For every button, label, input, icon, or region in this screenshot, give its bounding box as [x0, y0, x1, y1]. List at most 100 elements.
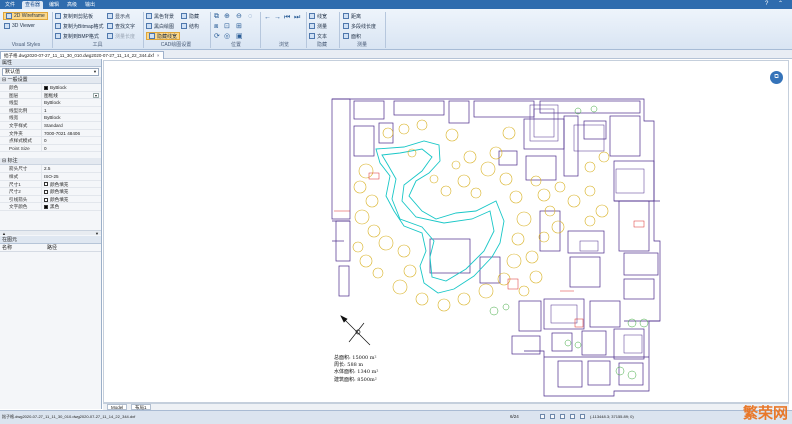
area-icon	[343, 33, 349, 39]
property-row[interactable]: 文字颜色 黑色	[0, 203, 101, 211]
polyline-icon	[343, 23, 349, 29]
distance-button[interactable]: 距离	[343, 12, 361, 20]
tab-file[interactable]: 文件	[2, 1, 18, 9]
property-row[interactable]: Point Size 0	[0, 144, 101, 153]
property-row[interactable]: 线宽 ByBlock	[0, 114, 101, 122]
bitmap-icon	[55, 23, 61, 29]
structure-button[interactable]: 结构	[181, 22, 199, 30]
property-row[interactable]: 图层 图框线 ▼	[0, 91, 101, 100]
first-page-icon[interactable]: ⏮	[284, 14, 290, 21]
column-name[interactable]: 名称	[0, 244, 45, 251]
wireframe-2d-button[interactable]: 2D Wireframe	[3, 12, 48, 20]
property-row[interactable]: 样式 ISO-25	[0, 172, 101, 181]
property-row[interactable]: 箭头尺寸 2.5	[0, 165, 101, 173]
help-icon[interactable]: ?	[765, 1, 768, 8]
dimension-icon	[309, 23, 315, 29]
structure-icon	[181, 23, 187, 29]
status-coords: (-113448.3; 37155.89; 0)	[590, 414, 634, 419]
properties-selector[interactable]: 默认值 ▼	[2, 68, 99, 76]
measure-toggle-button[interactable]: 测量	[309, 22, 327, 30]
property-row[interactable]: 文字样式 Standard	[0, 121, 101, 130]
entities-panel: 在图元 名称 路径	[0, 236, 101, 252]
property-row[interactable]: 尺寸1 颜色填充	[0, 180, 101, 189]
properties-scrollbar[interactable]: ▲ ▼	[0, 230, 101, 236]
image-icon	[55, 33, 61, 39]
polyline-length-button[interactable]: 多段线长度	[343, 22, 376, 30]
ribbon-divider	[339, 12, 340, 48]
color-swatch	[44, 85, 48, 90]
tab-advanced[interactable]: 高级	[64, 1, 80, 9]
section-general[interactable]: ⊟ 一般设置	[0, 77, 101, 84]
snap-icon[interactable]	[540, 414, 545, 419]
text-toggle-button[interactable]: 文本	[309, 32, 327, 40]
zoom-previous-icon[interactable]: ⊞	[236, 23, 242, 30]
status-file: 拙子格.dwg2020-07-27_11_11_30_010.dwg2020-0…	[2, 414, 136, 419]
tab-edit[interactable]: 编辑	[46, 1, 62, 9]
pan-icon[interactable]: ◌	[248, 13, 252, 20]
status-bar: 拙子格.dwg2020-07-27_11_11_30_010.dwg2020-0…	[0, 404, 792, 424]
tools-label: 工具	[92, 42, 103, 48]
lineweight-icon	[149, 33, 155, 39]
show-points-button[interactable]: 显示点	[107, 12, 130, 20]
zoom-window-icon[interactable]: ⧉	[214, 13, 219, 20]
last-page-icon[interactable]: ⏭	[294, 14, 300, 21]
section-dimension[interactable]: ⊟ 标注	[0, 158, 101, 166]
chevron-down-icon[interactable]: ▼	[93, 92, 99, 98]
cad-settings-label: CAD绘图设置	[160, 42, 192, 48]
ribbon-divider	[143, 12, 144, 48]
property-row[interactable]: 引线箭头 颜色填充	[0, 195, 101, 204]
property-row[interactable]: 线型 ByBlock	[0, 99, 101, 107]
color-swatch	[44, 197, 48, 202]
zoom-extents-icon[interactable]: ⧈	[214, 23, 218, 30]
find-text-button[interactable]: 查找文字	[107, 22, 135, 30]
layers-icon[interactable]	[580, 414, 585, 419]
visual-styles-label: Visual Styles	[11, 42, 41, 48]
document-tab[interactable]: 拙子格.dwg2020-07-27_11_11_30_010.dwg2020-0…	[0, 51, 164, 59]
background-icon	[146, 13, 152, 19]
properties-header: 属性	[0, 59, 101, 67]
property-row[interactable]: 颜色 ByBlock	[0, 84, 101, 92]
bw-drawing-button[interactable]: 黑白绘图	[146, 22, 174, 30]
property-row[interactable]: 文件夹 7000-7021 48406	[0, 129, 101, 138]
entities-header: 在图元	[0, 236, 101, 244]
zoom-out-icon[interactable]: ⊖	[236, 13, 242, 20]
ribbon: 2D Wireframe 3D Viewer Visual Styles 复制到…	[0, 9, 792, 50]
property-row[interactable]: 线型比例 1	[0, 106, 101, 115]
grid-icon[interactable]	[550, 414, 555, 419]
column-path[interactable]: 路径	[45, 244, 90, 251]
status-page: 6/24	[510, 414, 519, 419]
copy-clipboard-button[interactable]: 复制到剪贴板	[55, 12, 93, 20]
minimize-ribbon-icon[interactable]: ⌃	[778, 1, 783, 8]
rotate-icon[interactable]: ⟳	[214, 33, 220, 40]
ribbon-divider	[385, 12, 386, 48]
property-row[interactable]: 点样式模式 0	[0, 137, 101, 145]
drawing-notes: 总面积: 15000 m² 周长: 588 m 水体面积: 1340 m² 建筑…	[334, 355, 378, 384]
hide-lineweight-button[interactable]: 隐藏线宽	[146, 32, 181, 40]
check-icon[interactable]	[570, 414, 575, 419]
tab-output[interactable]: 输出	[82, 1, 98, 9]
area-button[interactable]: 面积	[343, 32, 361, 40]
arrow-left-icon[interactable]: ←	[264, 14, 271, 21]
property-row[interactable]: 尺寸2 颜色填充	[0, 188, 101, 196]
copy-bmp-button[interactable]: 复制到BMP格式	[55, 32, 99, 40]
browse-label: 浏览	[278, 42, 289, 48]
lineweight-toggle-button[interactable]: 线宽	[309, 12, 327, 20]
view-icon[interactable]: ▣	[236, 33, 243, 40]
viewer-3d-button[interactable]: 3D Viewer	[4, 22, 35, 30]
close-icon[interactable]: ×	[157, 53, 160, 58]
navigation-cube-icon[interactable]: ⧉	[770, 71, 783, 84]
zoom-in-icon[interactable]: ⊕	[224, 13, 230, 20]
arrow-right-icon[interactable]: →	[274, 14, 281, 21]
tab-viewer[interactable]: 查看器	[22, 1, 44, 9]
hide-button[interactable]: 隐藏	[181, 12, 199, 20]
distance-icon	[343, 13, 349, 19]
copy-bitmap-button[interactable]: 复制为Bitmap格式	[55, 22, 104, 30]
plus-icon	[309, 13, 315, 19]
measure-length-button[interactable]: 测量长度	[107, 32, 135, 40]
zoom-fit-icon[interactable]: ⊡	[224, 23, 230, 30]
black-background-button[interactable]: 黑色背景	[146, 12, 174, 20]
orbit-icon[interactable]: ◎	[224, 33, 230, 40]
ruler-icon	[107, 33, 113, 39]
drawing-canvas[interactable]: ⧉	[103, 60, 789, 403]
ortho-icon[interactable]	[560, 414, 565, 419]
